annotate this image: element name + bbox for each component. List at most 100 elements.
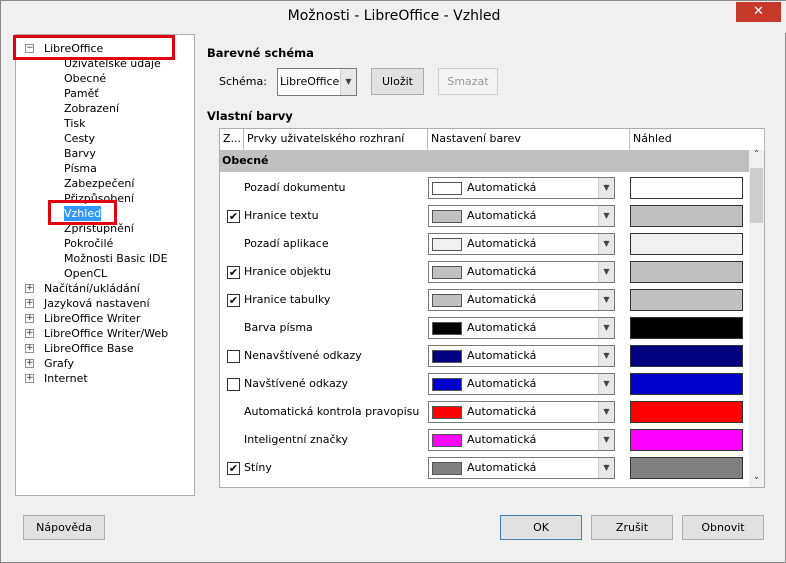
- color-swatch: [432, 434, 462, 447]
- close-button[interactable]: ✕: [736, 2, 781, 22]
- chevron-down-icon: ▼: [598, 290, 614, 310]
- tree-item[interactable]: Tisk: [64, 116, 86, 131]
- color-preview: [630, 317, 743, 339]
- cancel-button[interactable]: Zrušit: [591, 515, 673, 540]
- chevron-down-icon: ▼: [598, 374, 614, 394]
- checkbox[interactable]: [227, 378, 240, 391]
- color-value: Automatická: [467, 209, 537, 222]
- checkbox[interactable]: ✔: [227, 462, 240, 475]
- tree-item[interactable]: Obecné: [64, 71, 106, 86]
- color-dropdown[interactable]: Automatická ▼: [428, 233, 615, 255]
- column-header-preview[interactable]: Náhled: [630, 129, 765, 150]
- expand-icon[interactable]: +: [25, 299, 34, 308]
- color-scheme-heading: Barevné schéma: [207, 46, 314, 60]
- expand-icon[interactable]: +: [25, 314, 34, 323]
- table-row: ✔ Stíny Automatická ▼: [220, 454, 750, 482]
- tree-item[interactable]: Grafy: [44, 356, 74, 371]
- element-label: Nenavštívené odkazy: [244, 349, 362, 362]
- tree-item[interactable]: Jazyková nastavení: [44, 296, 150, 311]
- color-dropdown[interactable]: Automatická ▼: [428, 177, 615, 199]
- scheme-value: LibreOffice: [280, 75, 340, 88]
- color-swatch: [432, 210, 462, 223]
- scroll-up-icon[interactable]: ˄: [749, 150, 764, 160]
- tree-item[interactable]: LibreOffice Base: [44, 341, 134, 356]
- tree-item[interactable]: Zabezpečení: [64, 176, 134, 191]
- color-value: Automatická: [467, 377, 537, 390]
- color-preview: [630, 233, 743, 255]
- color-dropdown[interactable]: Automatická ▼: [428, 261, 615, 283]
- tree-item[interactable]: Cesty: [64, 131, 95, 146]
- custom-colors-table: Z... Prvky uživatelského rozhraní Nastav…: [219, 128, 765, 488]
- scroll-thumb[interactable]: [750, 168, 763, 223]
- tree-item[interactable]: Zobrazení: [64, 101, 119, 116]
- color-dropdown[interactable]: Automatická ▼: [428, 457, 615, 479]
- color-value: Automatická: [467, 237, 537, 250]
- column-header-on[interactable]: Z...: [220, 129, 244, 150]
- table-row: ✔ Hranice objektu Automatická ▼: [220, 258, 750, 286]
- scroll-down-icon[interactable]: ˅: [749, 477, 764, 487]
- color-value: Automatická: [467, 349, 537, 362]
- column-header-setting[interactable]: Nastavení barev: [428, 129, 630, 150]
- column-header-element[interactable]: Prvky uživatelského rozhraní: [244, 129, 428, 150]
- table-row: ✔ Hranice tabulky Automatická ▼: [220, 286, 750, 314]
- color-swatch: [432, 350, 462, 363]
- color-dropdown[interactable]: Automatická ▼: [428, 289, 615, 311]
- vertical-scrollbar[interactable]: ˄ ˅: [749, 150, 764, 487]
- checkbox[interactable]: ✔: [227, 210, 240, 223]
- expand-icon[interactable]: +: [25, 344, 34, 353]
- color-swatch: [432, 182, 462, 195]
- expand-icon[interactable]: +: [25, 374, 34, 383]
- help-button[interactable]: Nápověda: [23, 515, 105, 540]
- delete-scheme-button[interactable]: Smazat: [438, 68, 498, 95]
- tree-item[interactable]: OpenCL: [64, 266, 107, 281]
- color-dropdown[interactable]: Automatická ▼: [428, 373, 615, 395]
- scheme-select[interactable]: LibreOffice ▼: [277, 68, 357, 96]
- reset-button[interactable]: Obnovit: [682, 515, 764, 540]
- chevron-down-icon: ▼: [598, 458, 614, 478]
- tree-item[interactable]: Internet: [44, 371, 88, 386]
- color-value: Automatická: [467, 461, 537, 474]
- tree-item[interactable]: Barvy: [64, 146, 96, 161]
- chevron-down-icon: ▼: [598, 262, 614, 282]
- highlight-box: [48, 200, 117, 225]
- table-row: Pozadí aplikace Automatická ▼: [220, 230, 750, 258]
- tree-item[interactable]: Pokročilé: [64, 236, 113, 251]
- tree-item[interactable]: Možnosti Basic IDE: [64, 251, 168, 266]
- options-tree[interactable]: − LibreOffice Uživatelské údaje Obecné Paměť…: [15, 34, 195, 496]
- checkbox[interactable]: ✔: [227, 294, 240, 307]
- color-dropdown[interactable]: Automatická ▼: [428, 401, 615, 423]
- color-swatch: [432, 266, 462, 279]
- color-swatch: [432, 462, 462, 475]
- color-preview: [630, 457, 743, 479]
- tree-item[interactable]: Načítání/ukládání: [44, 281, 140, 296]
- expand-icon[interactable]: +: [25, 359, 34, 368]
- chevron-down-icon: ▼: [598, 318, 614, 338]
- expand-icon[interactable]: +: [25, 284, 34, 293]
- save-scheme-button[interactable]: Uložit: [371, 68, 424, 95]
- color-preview: [630, 345, 743, 367]
- element-label: Navštívené odkazy: [244, 377, 349, 390]
- tree-item[interactable]: Paměť: [64, 86, 99, 101]
- chevron-down-icon: ▼: [598, 234, 614, 254]
- checkbox[interactable]: ✔: [227, 266, 240, 279]
- color-dropdown[interactable]: Automatická ▼: [428, 205, 615, 227]
- color-dropdown[interactable]: Automatická ▼: [428, 429, 615, 451]
- color-dropdown[interactable]: Automatická ▼: [428, 317, 615, 339]
- tree-item[interactable]: LibreOffice Writer: [44, 311, 140, 326]
- custom-colors-heading: Vlastní barvy: [207, 109, 293, 123]
- color-value: Automatická: [467, 405, 537, 418]
- element-label: Barva písma: [244, 321, 313, 334]
- chevron-down-icon: ▼: [598, 346, 614, 366]
- tree-item[interactable]: LibreOffice Writer/Web: [44, 326, 168, 341]
- tree-item[interactable]: Písma: [64, 161, 97, 176]
- color-preview: [630, 373, 743, 395]
- expand-icon[interactable]: +: [25, 329, 34, 338]
- table-row: Barva písma Automatická ▼: [220, 314, 750, 342]
- checkbox[interactable]: [227, 350, 240, 363]
- highlight-box: [13, 35, 175, 60]
- window-title: Možnosti - LibreOffice - Vzhled: [287, 8, 501, 24]
- color-value: Automatická: [467, 321, 537, 334]
- chevron-down-icon: ▼: [598, 430, 614, 450]
- ok-button[interactable]: OK: [500, 515, 582, 540]
- color-dropdown[interactable]: Automatická ▼: [428, 345, 615, 367]
